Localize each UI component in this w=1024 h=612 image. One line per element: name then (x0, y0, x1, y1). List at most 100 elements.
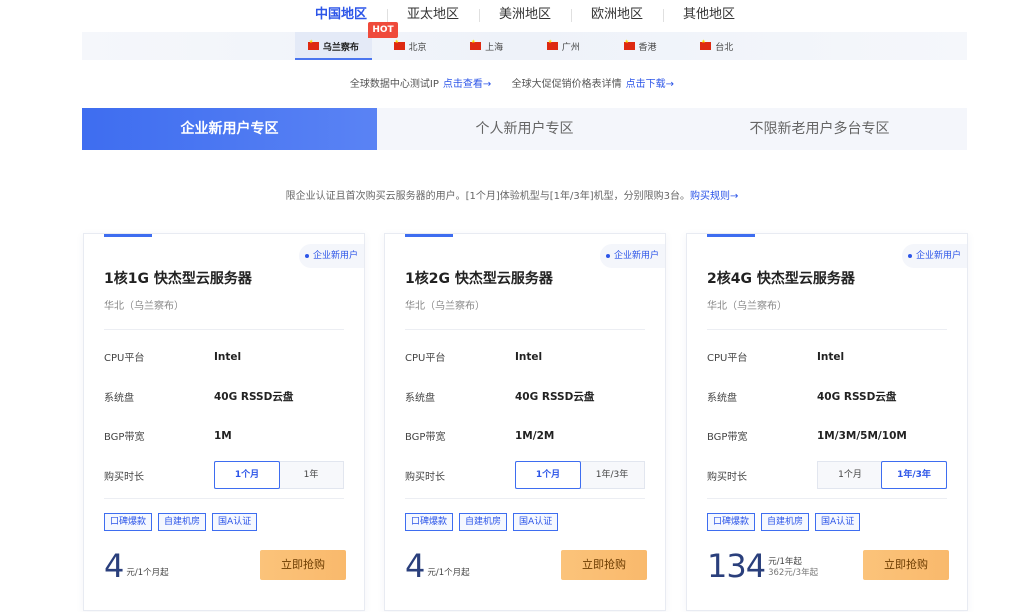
price-table-text: 全球大促促销价格表详情 (511, 79, 622, 90)
info-line: 全球数据中心测试IP 点击查看→ 全球大促促销价格表详情 点击下载→ (0, 75, 1024, 90)
tab-americas[interactable]: 美洲地区 (479, 0, 571, 30)
card-title: 1核2G 快杰型云服务器 (405, 271, 553, 287)
product-card-2c4g: 企业新用户 2核4G 快杰型云服务器 华北（乌兰察布） CPU平台 Intel … (686, 233, 968, 611)
spec-label: 购买时长 (707, 472, 747, 483)
spec-bandwidth: BGP带宽 1M/3M/5M/10M (707, 428, 947, 444)
buy-now-button[interactable]: 立即抢购 (863, 550, 949, 580)
spec-label: CPU平台 (707, 353, 748, 364)
product-card-1c2g: 企业新用户 1核2G 快杰型云服务器 华北（乌兰察布） CPU平台 Intel … (384, 233, 666, 611)
zone-tabs: 企业新用户专区 个人新用户专区 不限新老用户多台专区 (82, 108, 967, 150)
duration-option-1-3-year[interactable]: 1年/3年 (580, 462, 644, 488)
duration-option-1-month[interactable]: 1个月 (818, 462, 882, 488)
city-label: 广州 (561, 42, 580, 53)
spec-cpu: CPU平台 Intel (104, 349, 344, 365)
city-label: 香港 (638, 42, 657, 53)
spec-label: CPU平台 (405, 353, 446, 364)
china-flag-icon (393, 39, 405, 50)
city-ulanqab[interactable]: 乌兰察布 (295, 32, 372, 60)
zone-description-text: 限企业认证且首次购买云服务器的用户。[1个月]体验机型与[1年/3年]机型，分别… (285, 191, 691, 202)
card-accent-bar (405, 234, 453, 237)
card-region: 华北（乌兰察布） (405, 301, 485, 312)
tab-enterprise-new[interactable]: 企业新用户专区 (82, 108, 377, 150)
city-label: 北京 (408, 42, 427, 53)
duration-option-1-3-year[interactable]: 1年/3年 (881, 461, 947, 489)
duration-option-1-month[interactable]: 1个月 (214, 461, 280, 489)
spec-value: 1M (214, 429, 232, 442)
product-card-1c1g: 企业新用户 1核1G 快杰型云服务器 华北（乌兰察布） CPU平台 Intel … (83, 233, 365, 611)
price-value: 4 (405, 547, 425, 585)
spec-label: 系统盘 (104, 393, 134, 404)
city-taipei[interactable]: 台北 (678, 32, 755, 60)
buy-now-button[interactable]: 立即抢购 (561, 550, 647, 580)
tag-own-datacenter: 自建机房 (158, 513, 207, 531)
price-unit: 元/1年起 (768, 557, 802, 567)
spec-value: 1M/2M (515, 429, 555, 442)
purchase-rules-link[interactable]: 购买规则→ (690, 191, 738, 202)
price-unit: 元/1个月起 (427, 568, 470, 578)
tab-personal-new[interactable]: 个人新用户专区 (377, 108, 672, 150)
city-shanghai[interactable]: 上海 (448, 32, 525, 60)
buy-now-button[interactable]: 立即抢购 (260, 550, 346, 580)
tab-asia-pacific[interactable]: 亚太地区 (387, 0, 479, 30)
card-accent-bar (707, 234, 755, 237)
duration-selector: 1个月 1年/3年 (817, 461, 947, 489)
spec-disk: 系统盘 40G RSSD云盘 (104, 389, 344, 404)
tab-other[interactable]: 其他地区 (663, 0, 755, 30)
spec-label: 购买时长 (104, 472, 144, 483)
price-value: 134 (707, 547, 766, 585)
city-hongkong[interactable]: 香港 (602, 32, 679, 60)
card-region: 华北（乌兰察布） (707, 301, 787, 312)
enterprise-new-badge: 企业新用户 (298, 244, 364, 268)
divider (104, 498, 344, 499)
city-guangzhou[interactable]: 广州 (525, 32, 602, 60)
china-flag-icon (700, 39, 712, 50)
china-flag-icon (470, 39, 482, 50)
spec-disk: 系统盘 40G RSSD云盘 (707, 389, 947, 404)
divider (707, 498, 947, 499)
region-tabs: 中国地区 亚太地区 美洲地区 欧洲地区 其他地区 (295, 0, 755, 30)
spec-value: 40G RSSD云盘 (515, 391, 595, 403)
feature-tags: 口碑爆款 自建机房 国A认证 (707, 513, 861, 531)
spec-label: 系统盘 (707, 393, 737, 404)
tab-europe[interactable]: 欧洲地区 (571, 0, 663, 30)
feature-tags: 口碑爆款 自建机房 国A认证 (104, 513, 258, 531)
card-title: 1核1G 快杰型云服务器 (104, 271, 252, 287)
spec-cpu: CPU平台 Intel (405, 349, 645, 365)
spec-label: BGP带宽 (104, 432, 145, 443)
test-ip-text: 全球数据中心测试IP (349, 79, 439, 90)
spec-label: BGP带宽 (405, 432, 446, 443)
divider (104, 329, 344, 330)
price-sub-unit: 362元/3年起 (768, 568, 819, 578)
card-title: 2核4G 快杰型云服务器 (707, 271, 855, 287)
price-table-link[interactable]: 点击下载→ (626, 79, 674, 90)
china-flag-icon (623, 39, 635, 50)
enterprise-new-badge: 企业新用户 (599, 244, 665, 268)
spec-value: Intel (515, 350, 543, 363)
price-unit: 元/1个月起 (126, 568, 169, 578)
divider (405, 329, 645, 330)
spec-value: 40G RSSD云盘 (214, 391, 294, 403)
duration-option-1-month[interactable]: 1个月 (515, 461, 581, 489)
tab-multi-unit[interactable]: 不限新老用户多台专区 (672, 108, 967, 150)
test-ip-link[interactable]: 点击查看→ (443, 79, 491, 90)
spec-label: 购买时长 (405, 472, 445, 483)
duration-selector: 1个月 1年/3年 (515, 461, 645, 489)
divider (405, 498, 645, 499)
city-label: 台北 (715, 42, 734, 53)
tag-popular: 口碑爆款 (405, 513, 454, 531)
tag-popular: 口碑爆款 (707, 513, 756, 531)
duration-option-1-year[interactable]: 1年 (279, 462, 343, 488)
spec-value: Intel (817, 350, 845, 363)
china-flag-icon (546, 39, 558, 50)
china-flag-icon (307, 39, 319, 50)
spec-disk: 系统盘 40G RSSD云盘 (405, 389, 645, 404)
tag-certified: 国A认证 (815, 513, 861, 531)
spec-value: Intel (214, 350, 242, 363)
zone-description: 限企业认证且首次购买云服务器的用户。[1个月]体验机型与[1年/3年]机型，分别… (0, 187, 1024, 202)
tag-own-datacenter: 自建机房 (761, 513, 810, 531)
spec-bandwidth: BGP带宽 1M (104, 428, 344, 444)
card-region: 华北（乌兰察布） (104, 301, 184, 312)
tag-certified: 国A认证 (212, 513, 258, 531)
card-accent-bar (104, 234, 152, 237)
divider (707, 329, 947, 330)
